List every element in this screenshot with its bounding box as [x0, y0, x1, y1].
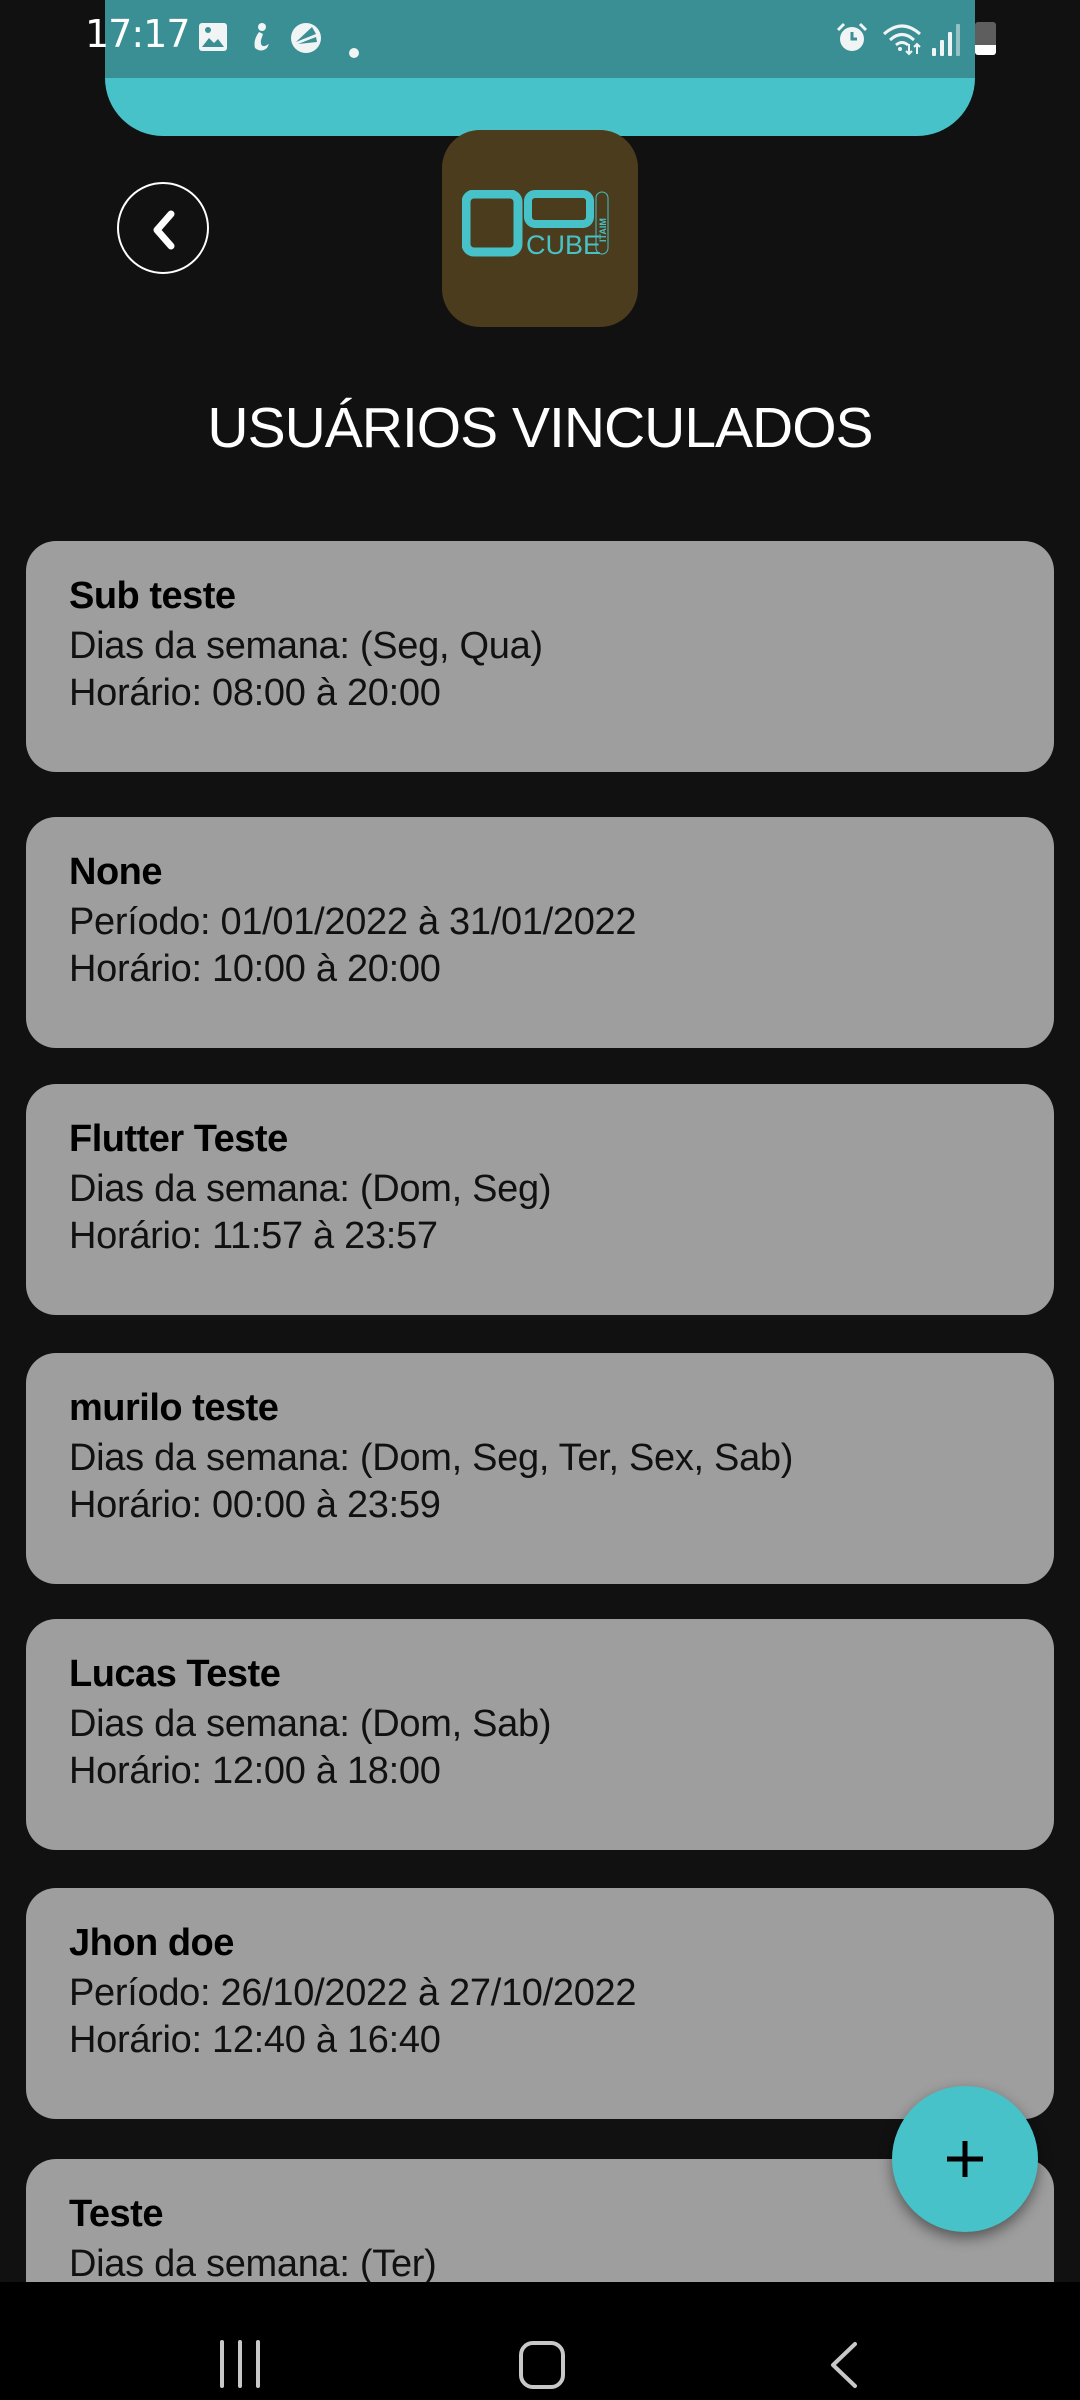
- svg-text:CUBE: CUBE: [526, 230, 601, 260]
- cube-logo-icon: CUBE ITAIM: [462, 190, 609, 260]
- gallery-icon: [198, 22, 228, 61]
- signal-icon: [932, 24, 962, 56]
- user-card[interactable]: Lucas Teste Dias da semana: (Dom, Sab) H…: [26, 1619, 1054, 1850]
- user-card[interactable]: Sub teste Dias da semana: (Seg, Qua) Hor…: [26, 541, 1054, 772]
- system-navigation-bar: [0, 2282, 1080, 2400]
- user-schedule-days: Dias da semana: (Dom, Seg): [69, 1168, 552, 1210]
- home-button[interactable]: [462, 2282, 622, 2400]
- svg-text:ITAIM: ITAIM: [598, 218, 608, 242]
- user-card[interactable]: Flutter Teste Dias da semana: (Dom, Seg)…: [26, 1084, 1054, 1315]
- recents-icon: [220, 2340, 260, 2388]
- wifi-icon: [882, 22, 924, 65]
- user-schedule-days: Dias da semana: (Ter): [69, 2243, 437, 2285]
- user-name: Lucas Teste: [69, 1653, 281, 1695]
- user-name: Sub teste: [69, 575, 236, 617]
- user-name: Jhon doe: [69, 1922, 234, 1964]
- user-schedule-time: Horário: 11:57 à 23:57: [69, 1215, 438, 1257]
- user-name: Teste: [69, 2193, 163, 2235]
- user-name: None: [69, 851, 163, 893]
- add-user-button[interactable]: [892, 2086, 1038, 2232]
- user-card[interactable]: None Período: 01/01/2022 à 31/01/2022 Ho…: [26, 817, 1054, 1048]
- user-schedule-period: Período: 01/01/2022 à 31/01/2022: [69, 901, 637, 943]
- battery-level: [975, 45, 996, 55]
- back-icon: [831, 2342, 857, 2388]
- user-schedule-days: Dias da semana: (Dom, Sab): [69, 1703, 552, 1745]
- back-button[interactable]: [117, 182, 209, 274]
- user-name: Flutter Teste: [69, 1118, 288, 1160]
- plus-icon: [947, 2141, 983, 2177]
- user-card[interactable]: Jhon doe Período: 26/10/2022 à 27/10/202…: [26, 1888, 1054, 2119]
- user-card[interactable]: murilo teste Dias da semana: (Dom, Seg, …: [26, 1353, 1054, 1584]
- user-schedule-time: Horário: 12:00 à 18:00: [69, 1750, 441, 1792]
- recents-button[interactable]: [160, 2282, 320, 2400]
- user-schedule-period: Período: 26/10/2022 à 27/10/2022: [69, 1972, 637, 2014]
- page-title: USUÁRIOS VINCULADOS: [207, 396, 873, 460]
- app-logo: CUBE ITAIM: [442, 130, 638, 327]
- more-notifications-dot-icon: [348, 32, 360, 68]
- header-accent-banner: [105, 78, 975, 136]
- app-notification-icon: [290, 22, 322, 63]
- system-back-button[interactable]: [765, 2282, 925, 2400]
- status-time: 17:17: [85, 12, 191, 56]
- home-icon: [519, 2341, 565, 2389]
- user-schedule-time: Horário: 12:40 à 16:40: [69, 2019, 441, 2061]
- chevron-left-icon: [153, 210, 175, 250]
- user-schedule-time: Horário: 10:00 à 20:00: [69, 948, 441, 990]
- user-schedule-days: Dias da semana: (Seg, Qua): [69, 625, 543, 667]
- user-name: murilo teste: [69, 1387, 279, 1429]
- samsung-health-icon: [245, 22, 275, 63]
- user-schedule-time: Horário: 08:00 à 20:00: [69, 672, 441, 714]
- battery-icon: [975, 22, 996, 55]
- user-schedule-time: Horário: 00:00 à 23:59: [69, 1484, 441, 1526]
- alarm-icon: [836, 22, 868, 63]
- user-schedule-days: Dias da semana: (Dom, Seg, Ter, Sex, Sab…: [69, 1437, 794, 1479]
